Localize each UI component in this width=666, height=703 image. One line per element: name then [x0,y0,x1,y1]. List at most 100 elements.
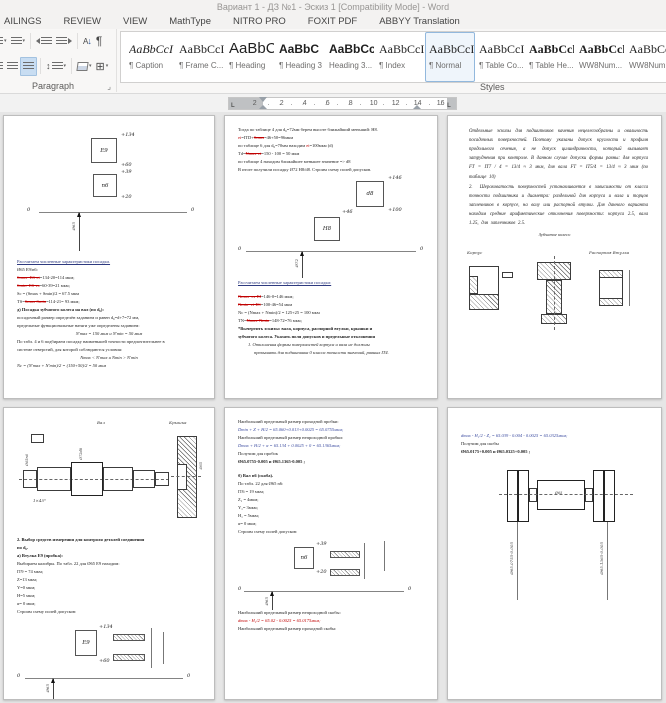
gauge-zone [330,550,360,558]
axis-label: Ø65 [264,596,269,605]
horizontal-ruler[interactable]: L 2 2 4 6 8 10 12 14 16 L [228,97,457,110]
hanging-indent-marker[interactable] [258,105,267,109]
dim-label: +39 [121,169,132,175]
dim-label: Ø65 [199,462,203,470]
text-line: Получим для скобы [461,440,499,446]
tab-foxit-pdf[interactable]: FOXIT PDF [297,16,368,27]
style-caption[interactable]: AaBbCcI ¶ Caption [125,32,175,82]
borders-icon[interactable]: ⊞ ▾ [94,58,111,75]
dim-label: Ø65n6 [25,454,29,466]
dim-label: +134 [121,132,135,138]
style-heading-3-char[interactable]: AaBbCc Heading 3... [325,32,375,82]
shading-icon[interactable]: ▾ [75,58,94,75]
cap-recess [177,464,187,490]
dim-label: Ø65 [555,490,563,495]
ruler-row: L 2 2 4 6 8 10 12 14 16 L [0,94,666,112]
sketch-label: Вал [97,420,105,425]
tab-mathtype[interactable]: MathType [158,16,222,27]
first-line-indent-marker[interactable] [258,97,267,102]
sort-icon[interactable]: А ↓ [81,33,94,50]
formula-line: Dmin + Z + H/2 = 65.060+0.013+0.0025 = 6… [238,426,344,432]
tab-stop-icon[interactable]: L [231,103,235,109]
ruler-number: 16 [436,100,445,107]
text-line: H₁ = 5мкм; [238,512,259,518]
style-table-contents[interactable]: AaBbCcI ¶ Table Co... [475,32,525,82]
separator [71,58,73,74]
tab-mailings[interactable]: AILINGS [0,16,53,27]
paragraph-group-label: Paragraph [32,81,75,91]
style-ww8num2[interactable]: AaBbCcWW8Num... [625,32,666,82]
page-2[interactable]: Тогда по таблице 4 для d₆=72мм берем выс… [224,115,438,399]
tolerance-diagram-h8-d8: d8 +146 +100 H8 +46 0 0 Ø72 [238,175,424,279]
page-6[interactable]: dmax - H₁/2 - Z₁ = 65.039 - 0.004 - 0.00… [447,407,662,700]
text-line: Z₁ = 4мкм; [238,496,259,502]
ruler-right-margin: L [447,98,456,109]
text-line: по таблице 6 для d₆=70мм находим ei=100м… [238,142,334,148]
dim-line [629,270,630,307]
show-paragraph-marks-icon[interactable]: ¶ [94,33,104,50]
tab-view[interactable]: VIEW [112,16,158,27]
tab-abbyy-translation[interactable]: ABBYY Translation [368,16,471,27]
centerline [499,494,633,496]
text-line: Ø65.0755-0.005 и Ø65.1365-0.005 ; [238,458,305,464]
style-index[interactable]: AaBbCcI ¶ Index [375,32,425,82]
page-4[interactable]: Вал Крышка Ø65n6 Ø72d8 1×45° Ø65 2. Выбо… [3,407,215,700]
style-heading[interactable]: AaBbC ¶ Heading [225,32,275,82]
formula-line: N′max = 150 мкм и N′min = 50 мкм [75,330,143,336]
multilevel-list-icon[interactable]: ▾ [9,33,28,50]
style-heading-3[interactable]: AaBbC ¶ Heading 3 [275,32,325,82]
styles-group-label: Styles [480,82,505,92]
page-3[interactable]: Отдельные эскизы для подшипников качения… [447,115,662,399]
text-line: Nmax=es-EI=146-0=146 мкм; [238,293,294,299]
page-1[interactable]: E9 +134 +60 n6 +39 +20 0 0 Ø65 Рассчитае… [3,115,215,399]
justify-icon[interactable] [20,56,37,76]
text-line: Строим схему полей допусков: [238,528,298,534]
dim-label: +39 [316,540,327,547]
formula-line: dmax - H₁/2 - Z₁ = 65.039 - 0.004 - 0.00… [461,433,568,438]
style-frame-contents[interactable]: AaBbCcI ¶ Frame C... [175,32,225,82]
numbered-list-icon[interactable]: ▾ [0,33,9,50]
paragraph-group: ▾ ▾ А ↓ ¶ ↕ ▾ ▾ ⊞ ▾ Paragraph ⌟ [0,29,117,92]
text-line: Y=0 мкм; [17,584,36,590]
text-line: α= 0 мкм; [17,600,36,606]
dim-label: Ø65.1365-0.005 [599,541,604,575]
align-center-icon[interactable] [5,58,20,75]
tolerance-box: H8 [314,216,340,241]
paragraph-dialog-launcher-icon[interactable]: ⌟ [107,82,111,91]
style-ww8num1[interactable]: AaBbCcl WW8Num... [575,32,625,82]
line-spacing-icon[interactable]: ↕ ▾ [44,58,68,75]
text-line: Sc = (Smax + Smin)/2 = 67.5 мкм [17,290,79,296]
text-line: Тогда по таблице 4 для d₆=72мм берем выс… [238,127,378,132]
page-5[interactable]: Наибольший предельный размер проходной п… [224,407,438,700]
zero-line [39,212,187,213]
style-table-heading[interactable]: AaBbCcl ¶ Table He... [525,32,575,82]
text-line: ei=ITD+Smax=46+50=96мкм [238,134,294,140]
text-line: зубчатого колеса. Указать поля допусков … [238,333,376,339]
tab-stop-icon[interactable]: L [447,103,451,109]
shaft-step [23,470,37,488]
dim-label: Ø72d8 [79,448,83,460]
text-line: Td=Nmax-ei=150 - 100 = 50 мкм [238,150,300,156]
text-line: Рассчитаем численные характеристики поса… [17,259,111,264]
gauge-block [593,469,604,522]
text-line: В итоге получили посадку Ø72 H8/d8. Стро… [238,166,372,172]
style-normal-selected[interactable]: AaBbCcI ¶ Normal [425,32,475,82]
text-line: Ø65.0175+0.005 и Ø65.0325+0.005 ; [461,448,531,454]
increase-indent-icon[interactable] [54,33,74,50]
decrease-indent-icon[interactable] [34,33,54,50]
gauge-block [507,469,518,522]
formula-line: Dmax + H/2 + α = 65.134 + 0.0025 + 0 = 6… [238,442,341,448]
text-line: а) Втулка E9 (пробка): [17,552,63,558]
dim-line [151,627,152,668]
formula-line: dmax - H₁/2 = 65.02 - 0.0025 = 65.0175мк… [238,617,321,623]
tab-review[interactable]: REVIEW [53,16,112,27]
axis-label: Ø65 [45,683,50,693]
zero-label: 0 [191,207,195,213]
text-line: Наибольший предельный размер непроходной… [238,434,344,440]
text-line: по d₆. [17,544,28,550]
shaft-step [103,467,133,491]
zero-label: 0 [17,672,21,679]
sketches-strip: Корпус Распорная Втулка [461,240,648,352]
tab-nitro-pro[interactable]: NITRO PRO [222,16,297,27]
separator [40,58,41,74]
